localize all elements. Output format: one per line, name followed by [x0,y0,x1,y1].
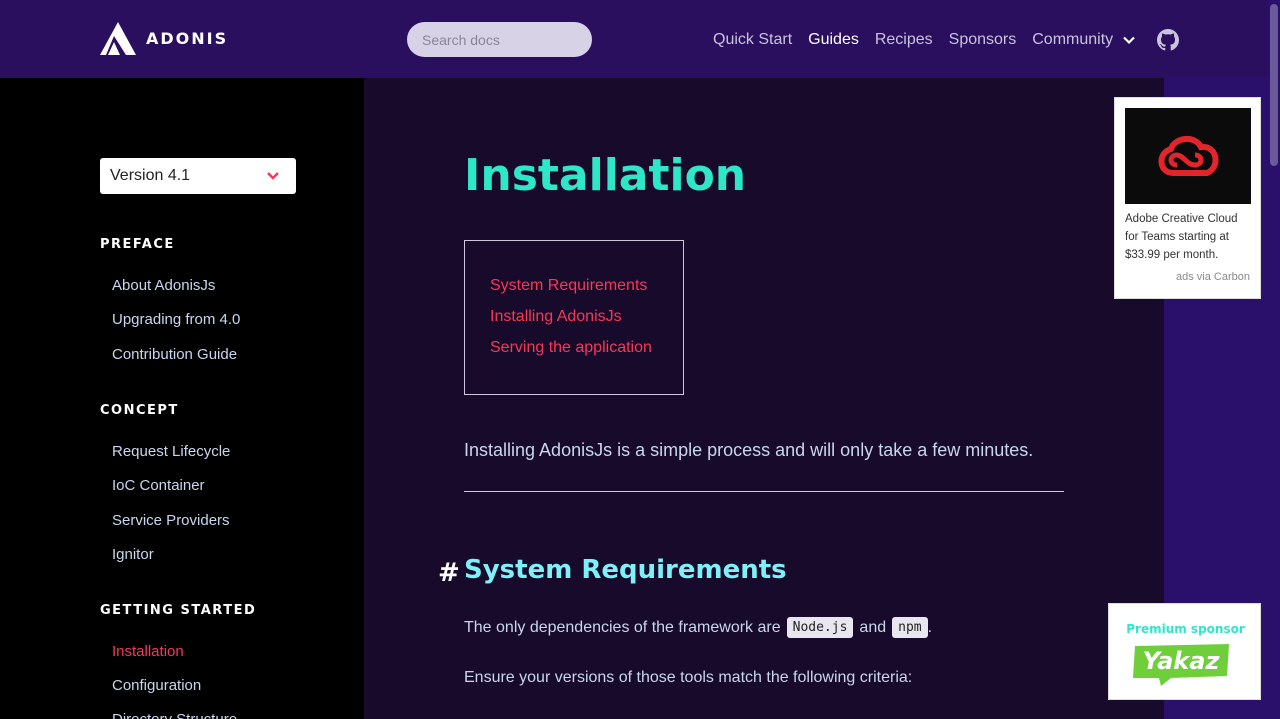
carbon-ad[interactable]: Adobe Creative Cloud for Teams starting … [1114,97,1261,299]
sidebar-item-ioc-container[interactable]: IoC Container [112,477,205,494]
github-icon[interactable] [1157,29,1180,51]
sidebar-item-contribution[interactable]: Contribution Guide [112,346,237,363]
nav-community[interactable]: Community [1032,31,1113,49]
dependencies-paragraph: The only dependencies of the framework a… [464,617,932,638]
version-select[interactable]: Version 4.1 [100,158,296,194]
ad-text[interactable]: Adobe Creative Cloud for Teams starting … [1125,210,1253,264]
sidebar-item-installation[interactable]: Installation [112,643,184,660]
top-nav: Quick Start Guides Recipes Sponsors Comm… [713,29,1180,51]
code-nodejs: Node.js [786,617,854,638]
yakaz-logo-text: Yakaz [1143,647,1221,675]
nav-recipes[interactable]: Recipes [875,31,933,49]
version-label: Version 4.1 [110,167,191,184]
divider [464,491,1064,492]
ad-via-link[interactable]: ads via Carbon [1176,271,1250,283]
sidebar-section-preface: PREFACE [100,237,175,252]
adonis-logo[interactable]: ADONIS [100,22,228,55]
intro-paragraph: Installing AdonisJs is a simple process … [464,440,1034,460]
nav-guides[interactable]: Guides [808,31,859,49]
top-header: ADONIS Quick Start Guides Recipes Sponso… [0,0,1280,78]
logo-text: ADONIS [146,29,229,48]
section-anchor-link[interactable]: # [438,558,460,588]
section-heading: System Requirements [464,555,787,585]
scrollbar-thumb[interactable] [1270,4,1278,166]
adonis-logo-icon [100,22,136,55]
p1-end: . [927,618,933,636]
page-title: Installation [464,150,747,201]
main-content: Installation System Requirements Install… [364,78,1164,719]
sidebar: Version 4.1 PREFACE About AdonisJs Upgra… [0,78,364,719]
sidebar-item-ignitor[interactable]: Ignitor [112,546,154,563]
sidebar-item-configuration[interactable]: Configuration [112,677,201,694]
sidebar-item-directory-structure[interactable]: Directory Structure [112,711,237,719]
toc-installing-adonisjs[interactable]: Installing AdonisJs [490,308,622,326]
nav-quick-start[interactable]: Quick Start [713,31,792,49]
sponsor-label: Premium sponsor [1126,622,1245,636]
sidebar-item-about[interactable]: About AdonisJs [112,277,215,294]
toc-serving-application[interactable]: Serving the application [490,339,652,357]
code-npm: npm [892,617,928,638]
creative-cloud-icon [1158,136,1219,176]
sidebar-item-request-lifecycle[interactable]: Request Lifecycle [112,443,230,460]
search-input[interactable] [407,22,592,57]
ad-image[interactable] [1125,108,1251,204]
sidebar-section-concept: CONCEPT [100,403,179,418]
toc-system-requirements[interactable]: System Requirements [490,277,647,295]
sidebar-section-getting-started: GETTING STARTED [100,603,257,618]
nav-sponsors[interactable]: Sponsors [949,31,1017,49]
criteria-paragraph: Ensure your versions of those tools matc… [464,669,913,686]
p1-and: and [859,618,887,636]
chevron-down-icon [267,172,279,180]
table-of-contents: System Requirements Installing AdonisJs … [464,240,684,395]
premium-sponsor[interactable]: Premium sponsor Yakaz [1108,603,1261,700]
chevron-down-icon[interactable] [1123,34,1135,46]
yakaz-logo[interactable]: Yakaz [1131,642,1233,688]
p1-text: The only dependencies of the framework a… [464,618,781,636]
sidebar-item-service-providers[interactable]: Service Providers [112,512,230,529]
sidebar-item-upgrading[interactable]: Upgrading from 4.0 [112,311,240,328]
